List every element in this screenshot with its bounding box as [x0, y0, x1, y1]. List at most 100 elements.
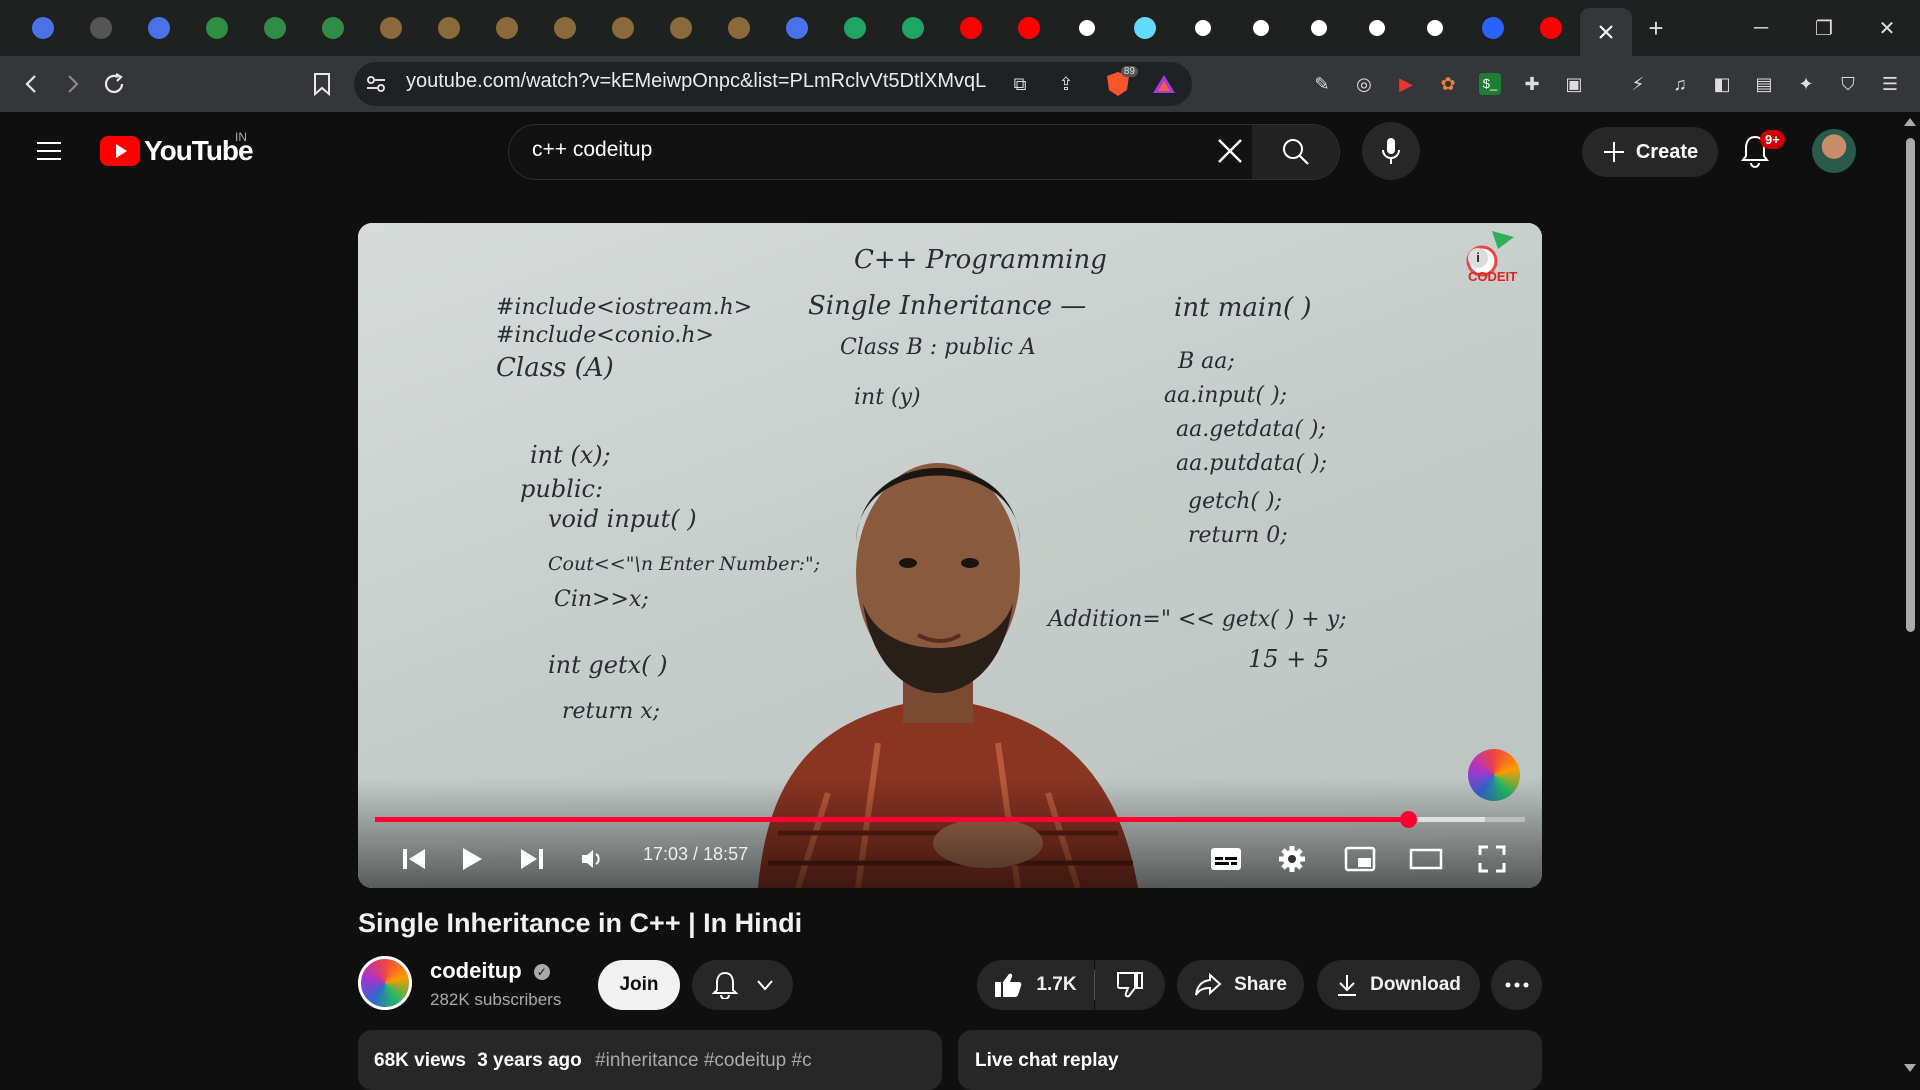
- board-line: aa.getdata( );: [1176, 417, 1326, 442]
- forward-icon[interactable]: [52, 56, 92, 112]
- download-icon: [1338, 975, 1357, 996]
- browser-tab[interactable]: [1348, 0, 1406, 56]
- browser-tab[interactable]: [1406, 0, 1464, 56]
- scroll-up-arrow-icon[interactable]: [1904, 118, 1916, 126]
- browser-tab[interactable]: [884, 0, 942, 56]
- menu-icon[interactable]: ☰: [1876, 70, 1904, 98]
- browser-tab[interactable]: [1464, 0, 1522, 56]
- guide-menu-icon[interactable]: [34, 136, 64, 166]
- tab-search-icon[interactable]: ▣: [1560, 70, 1588, 98]
- previous-video-icon[interactable]: [394, 839, 434, 879]
- speed-extension-icon[interactable]: ⚡: [1624, 70, 1652, 98]
- site-settings-icon[interactable]: [362, 70, 390, 98]
- settings-gear-icon[interactable]: [1272, 839, 1312, 879]
- info-card-icon[interactable]: i: [1468, 248, 1488, 268]
- description-meta[interactable]: 68K views 3 years ago #inheritance #code…: [374, 1050, 812, 1072]
- recorder-extension-icon[interactable]: ▶: [1392, 70, 1420, 98]
- browser-tab[interactable]: [942, 0, 1000, 56]
- browser-tab[interactable]: [1000, 0, 1058, 56]
- browser-tab[interactable]: [246, 0, 304, 56]
- progress-bar[interactable]: [375, 811, 1525, 828]
- browser-tab[interactable]: [768, 0, 826, 56]
- download-button[interactable]: Download: [1317, 960, 1480, 1010]
- browser-tab[interactable]: [1174, 0, 1232, 56]
- join-button[interactable]: Join: [598, 960, 680, 1010]
- close-window-icon[interactable]: ✕: [1856, 0, 1918, 56]
- channel-name[interactable]: codeitup ✓: [430, 958, 550, 984]
- dislike-button[interactable]: [1095, 960, 1165, 1010]
- user-avatar[interactable]: [1812, 129, 1856, 173]
- page-scrollbar-thumb[interactable]: [1906, 138, 1915, 632]
- search-input[interactable]: c++ codeitup: [532, 138, 652, 162]
- browser-tab[interactable]: [652, 0, 710, 56]
- volume-icon[interactable]: [572, 839, 612, 879]
- browser-tab[interactable]: [188, 0, 246, 56]
- board-line: void input( ): [548, 505, 697, 533]
- new-tab-icon[interactable]: +: [1632, 0, 1680, 56]
- minimize-icon[interactable]: ─: [1730, 0, 1792, 56]
- url-text[interactable]: youtube.com/watch?v=kEMeiwpOnpc&list=PLm…: [406, 70, 986, 93]
- play-icon[interactable]: [450, 839, 494, 879]
- share-icon: [1195, 973, 1222, 996]
- share-page-icon[interactable]: ⇪: [1052, 70, 1080, 98]
- bookmark-icon[interactable]: [302, 56, 342, 112]
- restore-icon[interactable]: ❐: [1793, 0, 1855, 56]
- browser-tab[interactable]: [594, 0, 652, 56]
- open-external-icon[interactable]: ⧉: [1006, 70, 1034, 98]
- browser-tab[interactable]: [478, 0, 536, 56]
- browser-tab[interactable]: [710, 0, 768, 56]
- next-video-icon[interactable]: [512, 839, 552, 879]
- scrubber-handle[interactable]: [1399, 811, 1417, 828]
- browser-tab[interactable]: [14, 0, 72, 56]
- more-actions-button[interactable]: [1491, 960, 1542, 1010]
- active-tab-close-icon[interactable]: [1580, 8, 1632, 56]
- youtube-logo[interactable]: YouTube: [100, 135, 254, 167]
- terminal-extension-icon[interactable]: $_: [1476, 70, 1504, 98]
- clear-search-icon[interactable]: [1216, 137, 1244, 170]
- channel-name-text[interactable]: codeitup: [430, 958, 522, 983]
- brave-rewards-icon[interactable]: [1150, 70, 1178, 98]
- browser-tab[interactable]: [1058, 0, 1116, 56]
- target-extension-icon[interactable]: ◎: [1350, 70, 1378, 98]
- back-icon[interactable]: [12, 56, 52, 112]
- subtitles-icon[interactable]: [1206, 839, 1246, 879]
- music-icon[interactable]: ♫: [1666, 70, 1694, 98]
- extensions-icon[interactable]: ✚: [1518, 70, 1546, 98]
- leo-ai-icon[interactable]: ✦: [1792, 70, 1820, 98]
- youtube-icon: [1018, 17, 1040, 39]
- video-player[interactable]: C++ Programming #include<iostream.h> #in…: [358, 223, 1542, 888]
- browser-tab[interactable]: [1232, 0, 1290, 56]
- like-button[interactable]: 1.7K: [977, 960, 1094, 1010]
- browser-tab[interactable]: [420, 0, 478, 56]
- board-line: aa.input( );: [1164, 383, 1288, 408]
- notifications-button[interactable]: 9+: [1740, 130, 1785, 173]
- search-button[interactable]: [1252, 124, 1340, 180]
- wallet-icon[interactable]: ▤: [1750, 70, 1778, 98]
- share-button[interactable]: Share: [1177, 960, 1304, 1010]
- browser-tab[interactable]: [130, 0, 188, 56]
- voice-search-button[interactable]: [1362, 122, 1420, 180]
- browser-tab[interactable]: [1522, 0, 1580, 56]
- vpn-icon[interactable]: ⛉: [1834, 70, 1862, 98]
- browser-tab[interactable]: [362, 0, 420, 56]
- fullscreen-icon[interactable]: [1472, 839, 1512, 879]
- reload-icon[interactable]: [94, 56, 134, 112]
- channel-avatar[interactable]: [358, 956, 412, 1010]
- pen-extension-icon[interactable]: ✎: [1308, 70, 1336, 98]
- browser-tab[interactable]: [826, 0, 884, 56]
- cookie-extension-icon[interactable]: ✿: [1434, 70, 1462, 98]
- board-line: 15 + 5: [1248, 645, 1330, 673]
- miniplayer-icon[interactable]: [1340, 839, 1380, 879]
- browser-tab[interactable]: [72, 0, 130, 56]
- browser-tab[interactable]: [1116, 0, 1174, 56]
- sidebar-icon[interactable]: ◧: [1708, 70, 1736, 98]
- theater-mode-icon[interactable]: [1406, 839, 1446, 879]
- browser-tab[interactable]: [304, 0, 362, 56]
- browser-tab[interactable]: [1290, 0, 1348, 56]
- hashtags[interactable]: #inheritance #codeitup #c: [595, 1050, 812, 1071]
- create-button[interactable]: Create: [1582, 127, 1718, 177]
- scroll-down-arrow-icon[interactable]: [1904, 1064, 1916, 1072]
- brave-shields-icon[interactable]: 89: [1102, 66, 1138, 98]
- subscribed-notifications-button[interactable]: [692, 960, 793, 1010]
- browser-tab[interactable]: [536, 0, 594, 56]
